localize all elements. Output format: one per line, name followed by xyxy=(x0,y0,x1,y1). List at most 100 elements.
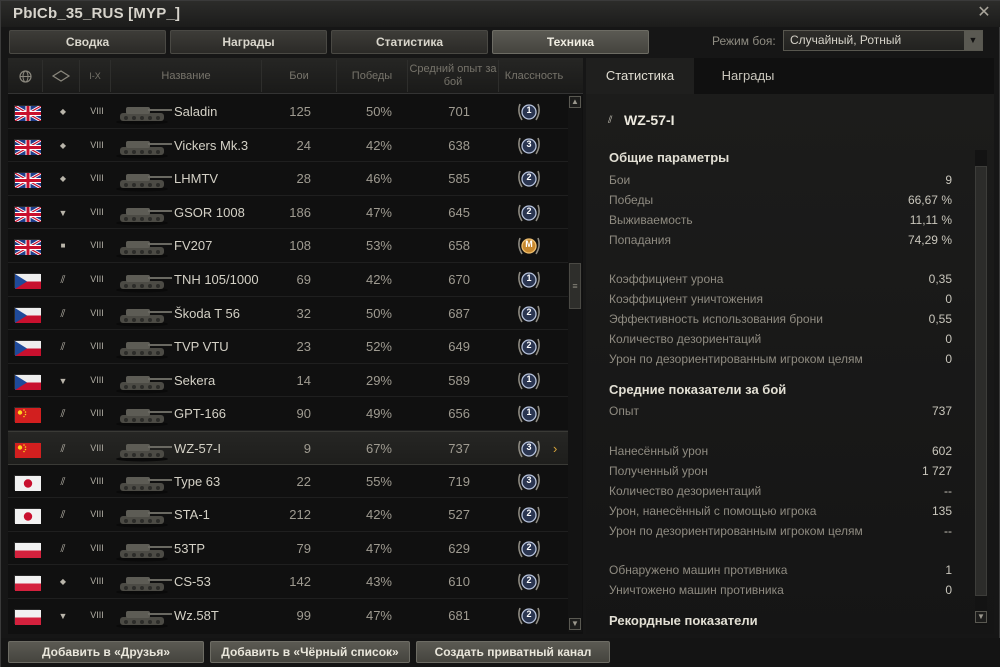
table-row[interactable]: ◆ VIII Saladin 125 50% 701 1 xyxy=(8,95,568,129)
mastery-column-header[interactable]: Классность xyxy=(499,58,569,94)
add-blacklist-button[interactable]: Добавить в «Чёрный список» xyxy=(210,641,410,663)
avg-xp-cell: 638 xyxy=(448,137,470,153)
table-row[interactable]: ⫽ VIII TNH 105/1000 69 42% 670 1 xyxy=(8,263,568,297)
wins-cell: 50% xyxy=(365,305,392,321)
mastery-badge-icon: 1 xyxy=(516,369,542,393)
mastery-badge-icon: 2 xyxy=(516,604,542,628)
tab-statistics[interactable]: Статистика xyxy=(331,30,488,54)
mastery-badge-label: 3 xyxy=(526,441,532,452)
nation-flag-icon xyxy=(14,474,41,491)
close-icon[interactable]: ✕ xyxy=(975,4,993,22)
mastery-badge-label: 2 xyxy=(526,172,532,183)
stat-label: Бои xyxy=(609,173,631,187)
tier-cell: VIII xyxy=(90,542,104,553)
avg-xp-cell: 656 xyxy=(448,406,470,422)
mastery-badge-icon: 1 xyxy=(516,402,542,426)
table-row[interactable]: ⫽ VIII STA-1 212 42% 527 2 xyxy=(8,498,568,532)
vehicle-type-icon: ◆ xyxy=(59,174,67,184)
mastery-badge-label: 3 xyxy=(526,138,532,149)
mastery-badge-icon: 3 xyxy=(516,470,542,494)
vehicle-type-icon: ⫽ xyxy=(60,475,66,488)
battles-cell: 125 xyxy=(289,104,311,119)
chevron-down-icon[interactable]: ▼ xyxy=(964,31,982,50)
mastery-badge-label: M xyxy=(525,239,533,250)
table-row[interactable]: ⫽ VIII Škoda T 56 32 50% 687 2 xyxy=(8,297,568,331)
tab-summary[interactable]: Сводка xyxy=(9,30,166,54)
battles-cell: 212 xyxy=(289,507,311,523)
avg-xp-cell: 670 xyxy=(448,271,470,287)
table-row[interactable]: ⫽ VIII Type 63 22 55% 719 3 xyxy=(8,465,568,499)
scroll-thumb[interactable]: ≡ xyxy=(569,263,581,309)
tank-thumbnail-icon xyxy=(112,267,174,293)
vehicle-rows: ◆ VIII Saladin 125 50% 701 1 ◆ VIII Vickers Mk.3 2… xyxy=(8,95,568,631)
battles-cell: 28 xyxy=(296,171,311,187)
private-channel-button[interactable]: Создать приватный канал xyxy=(416,641,610,663)
table-row[interactable]: ⫽ VIII TVP VTU 23 52% 649 2 xyxy=(8,330,568,364)
tab-vehicles[interactable]: Техника xyxy=(492,30,649,54)
tank-thumbnail-icon xyxy=(112,436,174,462)
battles-cell: 14 xyxy=(296,372,311,388)
name-column-header[interactable]: Название xyxy=(111,58,261,94)
stat-label: Опыт xyxy=(609,404,639,418)
vehicle-name: Škoda T 56 xyxy=(174,305,241,321)
wins-cell: 43% xyxy=(365,574,392,590)
add-friend-button[interactable]: Добавить в «Друзья» xyxy=(8,641,204,663)
vehicle-name: CS-53 xyxy=(174,574,211,590)
table-row[interactable]: ■ VIII FV207 108 53% 658 M xyxy=(8,229,568,263)
nation-flag-icon xyxy=(14,138,42,156)
stat-value: -- xyxy=(944,524,952,538)
table-row[interactable]: ▼ VIII Wz.58T 99 47% 681 2 xyxy=(8,599,568,631)
averages-section-title: Средние показатели за бой xyxy=(609,382,787,397)
scroll-down-icon[interactable]: ▼ xyxy=(569,618,581,630)
mastery-badge-icon: 2 xyxy=(516,335,542,359)
tab-awards[interactable]: Награды xyxy=(170,30,327,54)
wins-cell: 47% xyxy=(365,607,392,623)
table-row[interactable]: ⫽ VIII GPT-166 90 49% 656 1 xyxy=(8,397,568,431)
avg-xp-cell: 645 xyxy=(448,204,470,220)
tier-column-header[interactable]: I-X xyxy=(80,58,110,94)
globe-icon[interactable] xyxy=(8,58,42,94)
table-row[interactable]: ⫽ VIII 53TP 79 47% 629 2 xyxy=(8,532,568,566)
battles-cell: 22 xyxy=(296,473,311,489)
mastery-badge-label: 1 xyxy=(526,105,532,115)
table-row[interactable]: ◆ VIII LHMTV 28 46% 585 2 xyxy=(8,162,568,196)
details-body: ⫽ WZ-57-I Общие параметры Бои 9 Победы 6… xyxy=(586,94,994,634)
title-bar: PbICb_35_RUS [MYP_] ✕ xyxy=(1,1,1000,27)
vehicle-name: GPT-166 xyxy=(174,406,227,422)
stat-value: 66,67 % xyxy=(907,193,952,207)
battles-column-header[interactable]: Бои xyxy=(262,58,336,94)
tier-cell: VIII xyxy=(90,273,104,284)
table-row[interactable]: ▼ VIII GSOR 1008 186 47% 645 2 xyxy=(8,196,568,230)
vehicle-type-icon[interactable] xyxy=(43,58,79,94)
table-row[interactable]: ◆ VIII Vickers Mk.3 24 42% 638 3 xyxy=(8,129,568,163)
stat-value: 1 727 xyxy=(921,464,952,478)
table-header: I-X Название Бои Победы Средний опыт за … xyxy=(8,58,583,94)
table-row[interactable]: ▼ VIII Sekera 14 29% 589 1 xyxy=(8,364,568,398)
details-scrollbar[interactable]: ▼ xyxy=(975,150,987,625)
nation-flag-icon xyxy=(14,441,41,458)
vehicle-type-icon: ◆ xyxy=(59,140,67,150)
tank-thumbnail-icon xyxy=(112,603,174,629)
tank-thumbnail-icon xyxy=(112,133,174,159)
scroll-up-icon[interactable]: ▲ xyxy=(569,96,581,108)
details-panel: Статистика Награды ⫽ WZ-57-I Общие парам… xyxy=(586,58,994,634)
table-scrollbar[interactable]: ▲ ≡ ▼ xyxy=(568,95,582,632)
mastery-badge-label: 1 xyxy=(526,407,532,418)
nation-flag-icon xyxy=(14,205,42,224)
table-row[interactable]: ⫽ VIII WZ-57-I 9 67% 737 3 › xyxy=(8,430,568,465)
tab-details-statistics[interactable]: Статистика xyxy=(586,58,694,94)
scroll-thumb[interactable] xyxy=(975,166,987,596)
scroll-down-icon[interactable]: ▼ xyxy=(975,611,987,623)
table-row[interactable]: ◆ VIII CS-53 142 43% 610 2 xyxy=(8,565,568,599)
tier-cell: VIII xyxy=(90,374,104,385)
avg-xp-column-header[interactable]: Средний опыт за бой xyxy=(408,58,498,94)
battle-mode-select[interactable]: Случайный, Ротный ▼ xyxy=(783,30,983,51)
nation-flag-icon xyxy=(14,104,42,123)
mastery-badge-label: 2 xyxy=(526,340,532,351)
mastery-badge-label: 2 xyxy=(526,306,532,317)
wins-column-header[interactable]: Победы xyxy=(337,58,407,94)
details-tabs: Статистика Награды xyxy=(586,58,994,94)
stat-value: 0 xyxy=(945,352,952,366)
tab-details-awards[interactable]: Награды xyxy=(694,58,802,94)
avg-xp-cell: 585 xyxy=(448,171,470,187)
